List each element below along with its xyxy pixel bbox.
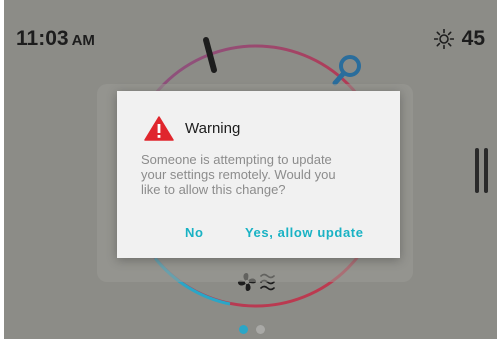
page-dot[interactable]: [256, 325, 265, 334]
current-temp-marker: [332, 55, 361, 86]
clock-time: 11:03: [16, 27, 69, 50]
page-dot-active[interactable]: [239, 325, 248, 334]
dialog-title: Warning: [185, 120, 241, 137]
weather-readout: 45: [433, 27, 485, 50]
setpoint-marker[interactable]: [203, 37, 217, 73]
outdoor-temperature: 45: [461, 27, 485, 50]
warning-icon: [144, 116, 174, 141]
clock: 11:03 AM: [16, 28, 95, 49]
dialog-message-line: Someone is attempting to update: [141, 152, 332, 167]
clock-ampm: AM: [71, 32, 95, 49]
thermostat-screen: 11:03 AM 45 Warning Someone is attemptin…: [4, 0, 497, 339]
page-indicator: [239, 325, 265, 334]
no-button[interactable]: No: [185, 225, 204, 240]
dialog-header: Warning: [144, 116, 240, 141]
side-menu-handle[interactable]: [475, 148, 488, 193]
dialog-message-line: like to allow this change?: [141, 182, 286, 197]
warning-dialog: Warning Someone is attempting to update …: [117, 91, 400, 258]
sun-icon: [433, 28, 454, 49]
dialog-message: Someone is attempting to update your set…: [141, 152, 381, 197]
dialog-message-line: your settings remotely. Would you: [141, 167, 336, 182]
allow-update-button[interactable]: Yes, allow update: [245, 225, 364, 240]
